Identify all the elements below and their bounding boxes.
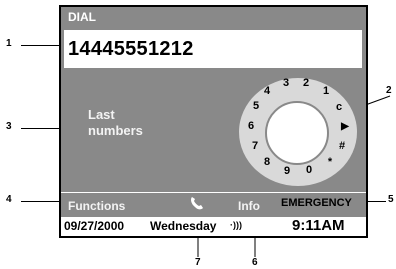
screen-title: DIAL <box>68 10 96 24</box>
callout-5: 5 <box>388 194 394 205</box>
dial-key-1[interactable]: 1 <box>317 82 335 100</box>
leader-line-4 <box>21 201 61 202</box>
status-bar: 09/27/2000 Wednesday ·))) 9:11AM <box>61 217 366 236</box>
dial-key-0[interactable]: 0 <box>300 161 318 179</box>
dial-key-arrow[interactable]: ▶ <box>336 118 354 136</box>
last-numbers-label-line1: Last <box>88 107 115 122</box>
dial-key-3[interactable]: 3 <box>277 74 295 92</box>
dial-key-4[interactable]: 4 <box>258 82 276 100</box>
callout-4: 4 <box>6 194 12 205</box>
dialed-number-field[interactable]: 14445551212 <box>64 30 362 68</box>
dial-key-7[interactable]: 7 <box>246 137 264 155</box>
signal-icon: ·))) <box>230 220 242 230</box>
callout-7: 7 <box>195 257 201 268</box>
callout-6: 6 <box>252 257 258 268</box>
status-time: 9:11AM <box>292 217 345 234</box>
dial-key-9[interactable]: 9 <box>278 162 296 180</box>
dial-key-8[interactable]: 8 <box>258 153 276 171</box>
dial-center-hub <box>265 101 329 165</box>
leader-line-5 <box>366 201 386 202</box>
dial-key-hash[interactable]: # <box>333 137 351 155</box>
dial-key-6[interactable]: 6 <box>242 117 260 135</box>
phone-screen: DIAL 14445551212 Last numbers 3 2 4 1 5 … <box>59 5 368 238</box>
emergency-softkey[interactable]: EMERGENCY <box>281 197 352 209</box>
functions-softkey[interactable]: Functions <box>68 199 125 213</box>
status-day: Wednesday <box>150 219 217 233</box>
status-date: 09/27/2000 <box>64 219 125 233</box>
dial-key-star[interactable]: * <box>321 153 339 171</box>
softkey-separator <box>61 192 366 193</box>
dial-key-c[interactable]: c <box>330 98 348 116</box>
dial-key-2[interactable]: 2 <box>297 74 315 92</box>
last-numbers-label-line2: numbers <box>88 123 143 138</box>
callout-3: 3 <box>6 121 12 132</box>
phone-handset-icon[interactable] <box>189 195 205 211</box>
last-numbers-button[interactable]: Last numbers <box>88 107 143 139</box>
dialed-number: 14445551212 <box>68 38 194 60</box>
info-softkey[interactable]: Info <box>238 199 260 213</box>
dial-key-5[interactable]: 5 <box>247 97 265 115</box>
